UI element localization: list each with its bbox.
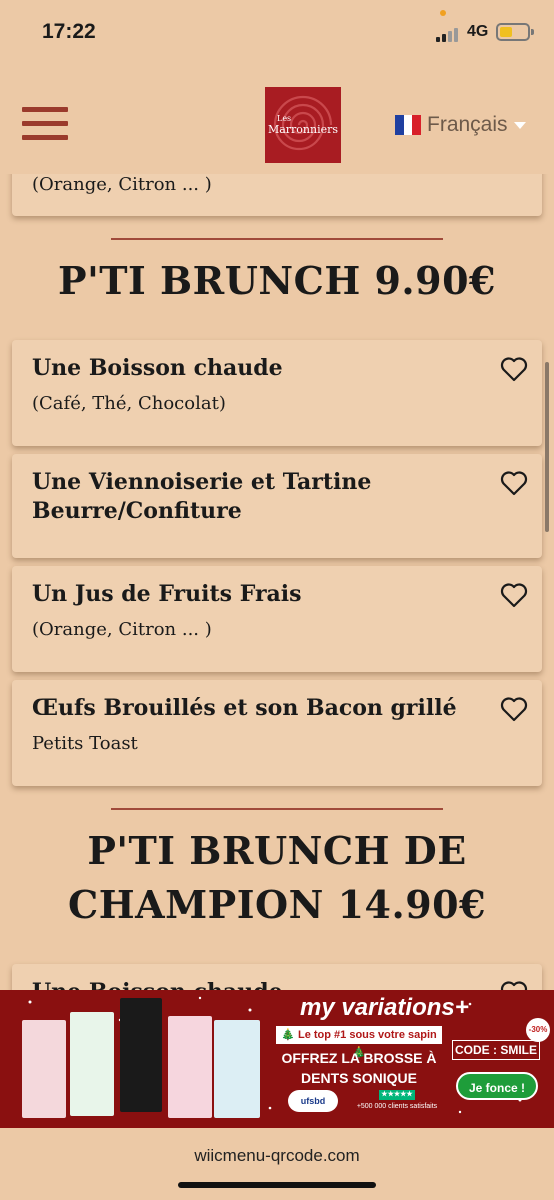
language-selector[interactable]: Français [395, 113, 526, 137]
ad-brand: my variations+ [300, 994, 469, 1021]
favorite-heart-icon[interactable] [500, 696, 528, 722]
section-title: P'TI BRUNCH 9.90€ [58, 258, 496, 303]
menu-item-description: Petits Toast [32, 733, 138, 754]
menu-item-card[interactable]: Un Jus de Fruits Frais (Orange, Citron .… [12, 566, 542, 672]
restaurant-logo[interactable]: Les Marronniers [265, 87, 341, 163]
toothbrush-box-image [22, 1020, 66, 1118]
menu-item-card[interactable]: Une Boisson chaude (Café, Thé, Chocolat) [12, 340, 542, 446]
menu-item-description: (Café, Thé, Chocolat) [32, 393, 226, 414]
section-title-line1: P'TI BRUNCH DE [87, 828, 467, 873]
signal-icon [436, 26, 462, 42]
ad-cta-button[interactable]: Je fonce ! [456, 1072, 538, 1100]
toothbrush-box-image [168, 1016, 212, 1118]
battery-icon [496, 23, 530, 41]
ad-headline: OFFREZ LA BROSSE À DENTS SONIQUE [281, 1050, 437, 1086]
favorite-heart-icon[interactable] [500, 470, 528, 496]
menu-item-title: Œufs Brouillés et son Bacon grillé [32, 695, 457, 721]
trustpilot-rating: ★★★★★ +500 000 clients satisfaits [356, 1090, 438, 1110]
app-header: Les Marronniers Français [0, 66, 554, 174]
section-divider [111, 238, 443, 240]
toothbrush-box-image [214, 1020, 260, 1118]
language-label: Français [427, 113, 508, 136]
url-text: wiicmenu-qrcode.com [194, 1146, 360, 1165]
network-type: 4G [467, 23, 489, 40]
menu-item-card[interactable]: Œufs Brouillés et son Bacon grillé Petit… [12, 680, 542, 786]
menu-item-title: Une Boisson chaude [32, 355, 283, 381]
menu-item-description: (Orange, Citron ... ) [32, 174, 212, 195]
trustpilot-stars-icon: ★★★★★ [379, 1090, 415, 1100]
toothbrush-box-image [120, 998, 162, 1112]
menu-item-title: Une Viennoiserie et Tartine Beurre/Confi… [32, 469, 372, 524]
section-title-line2: CHAMPION 14.90€ [67, 882, 487, 927]
france-flag-icon [395, 115, 422, 135]
menu-item-description: (Orange, Citron ... ) [32, 619, 212, 640]
battery-cap [531, 29, 534, 35]
section-divider [111, 808, 443, 810]
ad-top-banner: 🎄 Le top #1 sous votre sapin 🎄 [276, 1026, 442, 1059]
ad-discount-badge: -30% [526, 1018, 550, 1042]
ufsbd-logo: ufsbd [288, 1090, 338, 1112]
home-indicator[interactable] [178, 1182, 376, 1188]
chevron-down-icon [513, 121, 526, 129]
status-time: 17:22 [42, 20, 96, 43]
menu-item-card[interactable]: Une Viennoiserie et Tartine Beurre/Confi… [12, 454, 542, 558]
ad-promo-code: CODE : SMILE [452, 1040, 540, 1060]
section-title: P'TI BRUNCH DE CHAMPION 14.90€ [0, 824, 554, 932]
toothbrush-box-image [70, 1012, 114, 1116]
status-bar: 17:22 4G [0, 0, 554, 66]
logo-text: Les Marronniers [267, 114, 339, 136]
scrollbar[interactable] [545, 362, 549, 532]
ad-banner[interactable]: my variations+ 🎄 Le top #1 sous votre sa… [0, 990, 554, 1128]
browser-url-bar[interactable]: wiicmenu-qrcode.com [0, 1128, 554, 1200]
favorite-heart-icon[interactable] [500, 582, 528, 608]
favorite-heart-icon[interactable] [500, 356, 528, 382]
menu-item-title: Un Jus de Fruits Frais [32, 581, 302, 607]
menu-icon[interactable] [22, 107, 68, 143]
privacy-indicator-dot [440, 10, 446, 16]
